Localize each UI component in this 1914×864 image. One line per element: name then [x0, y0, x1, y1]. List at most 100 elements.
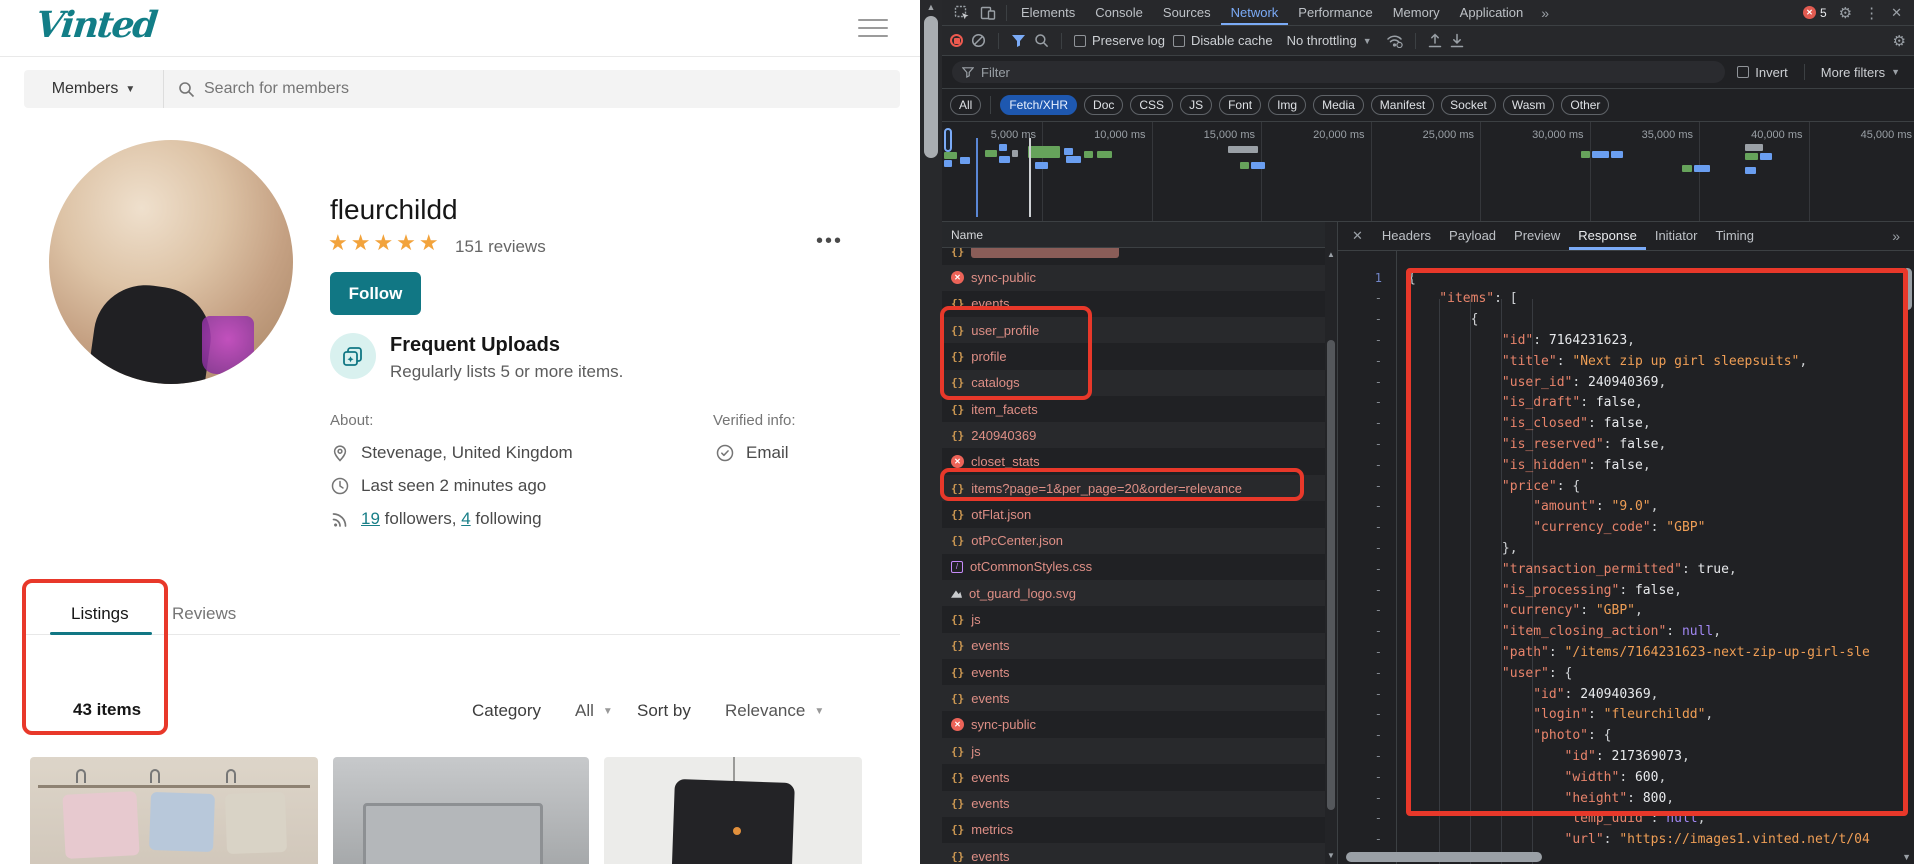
members-dropdown[interactable]: Members ▼ [24, 70, 164, 108]
more-detail-tabs-icon[interactable]: » [1882, 228, 1910, 244]
product-image[interactable] [333, 757, 589, 864]
network-request-row[interactable]: {} otPcCenter.json [942, 527, 1326, 554]
close-devtools-icon[interactable]: ✕ [1891, 5, 1902, 21]
network-request-row[interactable]: {} 240940369 [942, 422, 1326, 449]
filter-chip-font[interactable]: Font [1219, 95, 1262, 115]
network-request-row[interactable]: ✕ sync-public [942, 712, 1326, 738]
filter-chip-img[interactable]: Img [1268, 95, 1307, 115]
detail-tab-timing[interactable]: Timing [1706, 222, 1763, 250]
network-request-row[interactable]: ✕ closet_stats [942, 449, 1326, 475]
filter-chip-js[interactable]: JS [1180, 95, 1213, 115]
export-har-icon[interactable] [1450, 33, 1464, 48]
close-detail-icon[interactable]: ✕ [1342, 228, 1373, 244]
filter-funnel-icon[interactable] [1011, 34, 1026, 48]
import-har-icon[interactable] [1428, 33, 1442, 48]
tab-listings[interactable]: Listings [71, 604, 129, 624]
more-filters-dropdown[interactable]: More filters ▼ [1821, 65, 1904, 80]
network-request-row[interactable]: {} profile [942, 344, 1326, 370]
error-badge[interactable]: ✕ 5 [1802, 6, 1827, 20]
network-request-row[interactable]: {} events [942, 843, 1326, 864]
network-request-row[interactable]: {} events [942, 632, 1326, 659]
devtools-tab-performance[interactable]: Performance [1288, 0, 1382, 25]
network-request-row[interactable]: {} user_profile [942, 317, 1326, 344]
network-request-row[interactable]: / otCommonStyles.css [942, 554, 1326, 580]
tab-reviews[interactable]: Reviews [172, 604, 236, 624]
invert-filter-checkbox[interactable]: Invert [1737, 65, 1788, 80]
scroll-down-arrow[interactable]: ▼ [1902, 852, 1911, 862]
network-request-row[interactable]: ot_guard_logo.svg [942, 580, 1326, 607]
product-image[interactable] [30, 757, 318, 864]
network-request-row[interactable]: {} otFlat.json [942, 501, 1326, 527]
network-request-row[interactable]: {} events [942, 291, 1326, 317]
network-filter-input[interactable]: Filter [952, 61, 1726, 83]
network-request-row[interactable]: {} items?page=1&per_page=20&order=relevan… [942, 475, 1326, 501]
devtools-tab-sources[interactable]: Sources [1153, 0, 1221, 25]
devtools-tab-console[interactable]: Console [1085, 0, 1153, 25]
devtools-tab-memory[interactable]: Memory [1383, 0, 1450, 25]
detail-tab-headers[interactable]: Headers [1373, 222, 1440, 250]
scroll-down-arrow[interactable]: ▼ [1325, 851, 1337, 860]
disable-cache-checkbox[interactable]: Disable cache [1172, 33, 1273, 48]
devtools-tab-network[interactable]: Network [1221, 0, 1289, 25]
filter-chip-css[interactable]: CSS [1130, 95, 1174, 115]
network-request-row[interactable]: {} events [942, 764, 1326, 790]
record-network-log-icon[interactable] [950, 34, 963, 47]
network-request-row[interactable]: {} catalogs [942, 369, 1326, 396]
filter-chip-wasm[interactable]: Wasm [1502, 95, 1555, 115]
following-count-link[interactable]: 4 [461, 509, 470, 528]
response-json-viewer[interactable]: ▼ 1{- "items": [- {- "id": 7164231623, - … [1338, 251, 1914, 864]
sort-dropdown[interactable]: Relevance ▼ [725, 701, 824, 721]
network-request-row[interactable]: {} item_facets [942, 396, 1326, 422]
detail-tab-response[interactable]: Response [1569, 222, 1646, 250]
vinted-logo[interactable]: Vinted [34, 4, 158, 46]
devtools-tab-elements[interactable]: Elements [1011, 0, 1085, 25]
filter-chip-media[interactable]: Media [1313, 95, 1364, 115]
filter-chip-manifest[interactable]: Manifest [1370, 95, 1435, 115]
throttling-dropdown[interactable]: No throttling ▼ [1287, 33, 1372, 48]
search-network-icon[interactable] [1034, 33, 1049, 48]
kebab-menu-icon[interactable]: ⋮ [1864, 4, 1879, 22]
detail-tab-preview[interactable]: Preview [1505, 222, 1569, 250]
network-request-row[interactable]: {} metrics [942, 817, 1326, 843]
filter-chip-other[interactable]: Other [1561, 95, 1610, 115]
clear-network-log-icon[interactable] [971, 33, 986, 48]
search-input[interactable]: Search for members [164, 80, 900, 98]
timeline-window-handle[interactable] [944, 128, 952, 152]
category-dropdown[interactable]: All ▼ [575, 701, 613, 721]
more-options-icon[interactable]: ••• [816, 230, 843, 253]
follow-button[interactable]: Follow [330, 272, 421, 315]
network-request-row[interactable]: {} events [942, 659, 1326, 685]
reviews-count[interactable]: 151 reviews [455, 237, 546, 257]
network-overview-timeline[interactable]: 5,000 ms 10,000 ms 15,000 ms 20,000 ms 25,00… [942, 122, 1914, 222]
more-tabs-icon[interactable]: » [1533, 5, 1557, 21]
network-request-row[interactable]: {} js [942, 607, 1326, 633]
filter-chip-socket[interactable]: Socket [1441, 95, 1496, 115]
network-request-row[interactable]: {} js [942, 738, 1326, 764]
scrollbar-thumb[interactable] [1327, 340, 1335, 810]
settings-gear-icon[interactable]: ⚙ [1839, 4, 1852, 22]
devtools-tab-application[interactable]: Application [1450, 0, 1534, 25]
inspect-element-icon[interactable] [954, 5, 970, 21]
network-conditions-icon[interactable] [1386, 33, 1403, 48]
hamburger-menu-icon[interactable] [858, 19, 888, 43]
followers-count-link[interactable]: 19 [361, 509, 380, 528]
detail-tab-payload[interactable]: Payload [1440, 222, 1505, 250]
network-request-row[interactable]: {} events [942, 685, 1326, 712]
name-column-header[interactable]: Name [942, 222, 1337, 248]
preserve-log-checkbox[interactable]: Preserve log [1074, 33, 1165, 48]
network-request-row[interactable]: ✕ sync-public [942, 264, 1326, 291]
avatar[interactable] [49, 140, 293, 384]
page-scrollbar-thumb[interactable] [924, 16, 938, 158]
scroll-up-arrow[interactable]: ▲ [920, 2, 942, 12]
detail-tab-initiator[interactable]: Initiator [1646, 222, 1707, 250]
scroll-up-arrow[interactable]: ▲ [1325, 250, 1337, 259]
response-horizontal-scrollbar-thumb[interactable] [1346, 852, 1542, 862]
network-request-row[interactable]: {} events [942, 790, 1326, 817]
network-settings-gear-icon[interactable]: ⚙ [1893, 32, 1906, 50]
filter-chip-fetch-xhr[interactable]: Fetch/XHR [1000, 95, 1078, 115]
filter-chip-doc[interactable]: Doc [1084, 95, 1124, 115]
product-image[interactable] [604, 757, 862, 864]
chevron-down-icon: ▼ [602, 705, 613, 717]
filter-chip-all[interactable]: All [950, 95, 982, 115]
device-toolbar-icon[interactable] [980, 5, 996, 21]
